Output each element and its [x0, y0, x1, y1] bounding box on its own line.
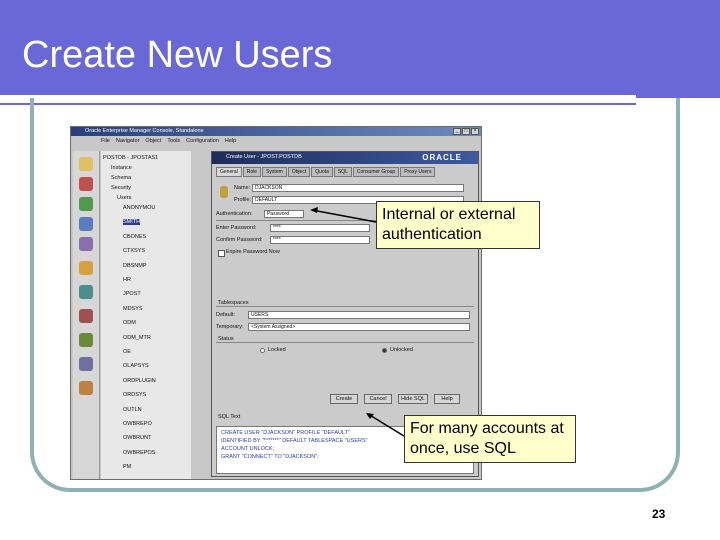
auth-arrow	[311, 209, 377, 223]
auth-arrowhead	[310, 207, 318, 213]
sql-arrow	[367, 413, 405, 437]
callout-arrows	[310, 207, 405, 437]
page-number: 23	[652, 507, 666, 521]
sql-arrowhead	[366, 413, 374, 419]
